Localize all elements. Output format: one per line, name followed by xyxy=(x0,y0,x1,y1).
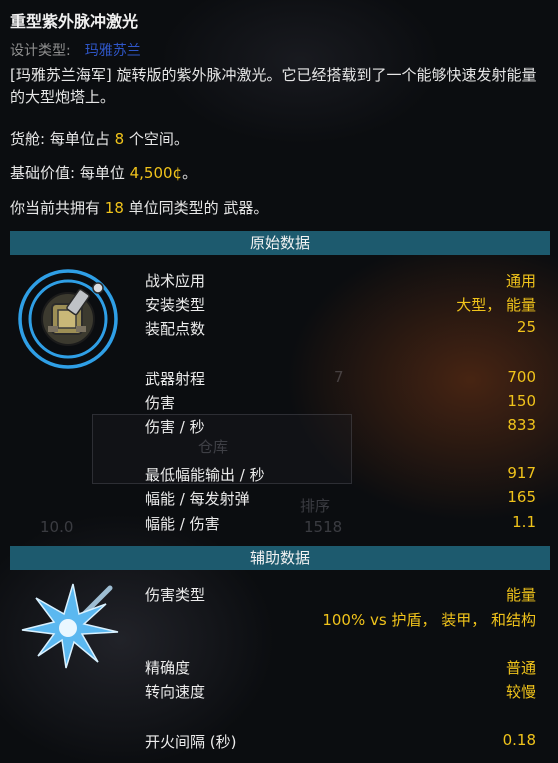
stat-value: 通用 xyxy=(505,272,536,290)
stat-row: 安装类型 大型， 能量 xyxy=(145,294,536,316)
design-type: 设计类型: 玛雅苏兰 xyxy=(10,40,141,60)
primary-data-header: 原始数据 xyxy=(10,231,550,255)
stat-label: 安装类型 xyxy=(145,296,206,314)
stat-label: 伤害类型 xyxy=(145,586,206,604)
stat-value: 0.18 xyxy=(502,731,536,749)
stat-row: 幅能 / 伤害 1.1 xyxy=(145,513,536,535)
stat-label: 精确度 xyxy=(145,659,191,677)
stat-label: 战术应用 xyxy=(145,272,206,290)
stat-row: 武器射程 700 xyxy=(145,368,536,390)
stat-label: 装配点数 xyxy=(145,320,206,338)
stat-value: 917 xyxy=(507,464,536,482)
stat-row: 转向速度 较慢 xyxy=(145,681,536,703)
energy-burst-icon xyxy=(18,580,128,674)
stat-row: 伤害 150 xyxy=(145,392,536,414)
stat-row: 开火间隔 (秒) 0.18 xyxy=(145,731,536,753)
laser-turret-icon xyxy=(18,264,124,374)
base-value-suffix: 。 xyxy=(182,164,198,182)
stat-row: 最低幅能输出 / 秒 917 xyxy=(145,464,536,486)
weapon-tooltip: 重型紫外脉冲激光 设计类型: 玛雅苏兰 [玛雅苏兰海军] 旋转版的紫外脉冲激光。它… xyxy=(0,0,558,763)
owned-suffix: 单位同类型的 武器。 xyxy=(123,199,269,217)
stat-label: 伤害 / 秒 xyxy=(145,418,205,436)
stat-value: 700 xyxy=(507,368,536,386)
stat-row: 精确度 普通 xyxy=(145,657,536,679)
base-value: 4,500¢ xyxy=(129,164,183,182)
stat-row: 伤害类型 能量 xyxy=(145,584,536,606)
stat-label: 开火间隔 (秒) xyxy=(145,733,237,751)
stat-row: 装配点数 25 xyxy=(145,318,536,340)
stat-value: 165 xyxy=(507,488,536,506)
stat-value: 大型， 能量 xyxy=(456,296,536,314)
cargo-value: 8 xyxy=(114,130,125,148)
stat-label: 转向速度 xyxy=(145,683,206,701)
cargo-prefix: 货舱: 每单位占 xyxy=(10,130,115,148)
stat-value: 25 xyxy=(516,318,536,336)
owned-line: 你当前共拥有 18 单位同类型的 武器。 xyxy=(10,197,268,218)
design-type-value: 玛雅苏兰 xyxy=(84,43,141,59)
cargo-suffix: 个空间。 xyxy=(124,130,189,148)
base-value-line: 基础价值: 每单位 4,500¢。 xyxy=(10,162,197,183)
owned-prefix: 你当前共拥有 xyxy=(10,199,105,217)
stat-row: 幅能 / 每发射弹 165 xyxy=(145,488,536,510)
cargo-line: 货舱: 每单位占 8 个空间。 xyxy=(10,128,189,149)
stat-value: 1.1 xyxy=(512,513,536,531)
stat-label: 幅能 / 每发射弹 xyxy=(145,490,250,508)
stat-value: 能量 xyxy=(505,586,536,604)
base-value-prefix: 基础价值: 每单位 xyxy=(10,164,130,182)
stat-value: 普通 xyxy=(505,659,536,677)
stat-row: 100% vs 护盾， 装甲， 和结构 xyxy=(145,609,536,631)
stat-value: 150 xyxy=(507,392,536,410)
stat-row: 战术应用 通用 xyxy=(145,270,536,292)
stat-label: 幅能 / 伤害 xyxy=(145,515,220,533)
stat-label: 最低幅能输出 / 秒 xyxy=(145,466,265,484)
stat-value: 较慢 xyxy=(505,683,536,701)
stat-label: 伤害 xyxy=(145,394,176,412)
damage-effectiveness-value: 100% vs 护盾， 装甲， 和结构 xyxy=(322,611,536,629)
stat-label: 武器射程 xyxy=(145,370,206,388)
weapon-description: [玛雅苏兰海军] 旋转版的紫外脉冲激光。它已经搭载到了一个能够快速发射能量的大型… xyxy=(10,66,537,106)
stat-row: 伤害 / 秒 833 xyxy=(145,416,536,438)
stat-value: 833 xyxy=(507,416,536,434)
owned-value: 18 xyxy=(104,199,124,217)
weapon-name: 重型紫外脉冲激光 xyxy=(10,12,139,31)
design-type-label: 设计类型: xyxy=(10,43,71,59)
secondary-data-header: 辅助数据 xyxy=(10,546,550,570)
